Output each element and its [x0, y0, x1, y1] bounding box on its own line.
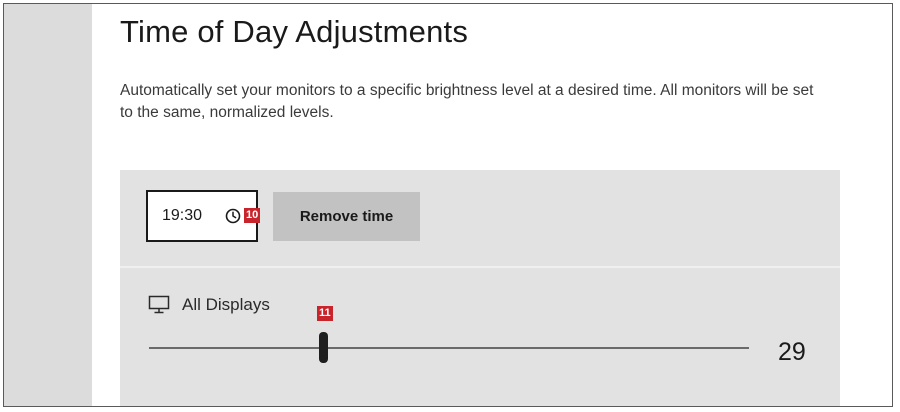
window-frame: Time of Day Adjustments Automatically se… [3, 3, 893, 407]
section-description: Automatically set your monitors to a spe… [120, 82, 814, 121]
monitor-icon [148, 295, 170, 314]
display-header: All Displays [148, 292, 270, 318]
annotation-badge-slider: 11 [317, 306, 333, 321]
time-value: 19:30 [162, 207, 203, 224]
schedule-card: 19:30 Remove time All Displays 29 [120, 170, 840, 406]
brightness-slider-track[interactable] [149, 347, 749, 349]
remove-time-button[interactable]: Remove time [273, 192, 420, 241]
card-divider [120, 266, 840, 268]
brightness-value: 29 [778, 338, 806, 366]
navigation-rail [4, 4, 92, 406]
annotation-badge-time: 10 [244, 208, 261, 223]
display-label: All Displays [182, 295, 270, 314]
brightness-slider-thumb[interactable] [319, 332, 328, 363]
page-title: Time of Day Adjustments [120, 14, 469, 49]
time-picker[interactable]: 19:30 [146, 190, 258, 242]
clock-icon [225, 208, 241, 224]
